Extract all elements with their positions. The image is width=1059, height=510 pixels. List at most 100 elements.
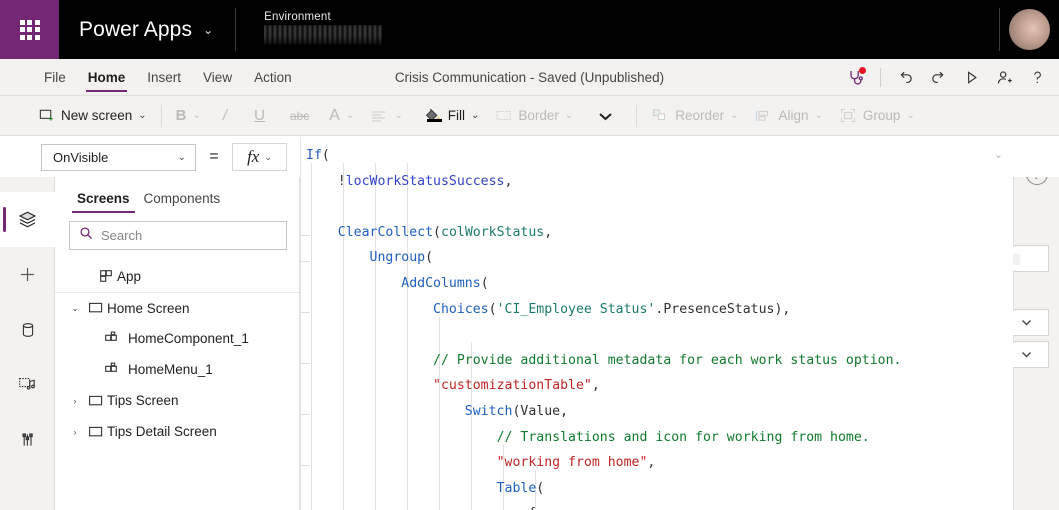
menu-item-home[interactable]: Home [77, 59, 137, 96]
chevron-down-icon[interactable]: ⌄ [264, 152, 272, 163]
menu-item-insert[interactable]: Insert [136, 59, 192, 96]
code-token: ( [425, 250, 433, 265]
group-label: Group [863, 108, 901, 123]
chevron-right-icon[interactable]: › [65, 427, 85, 437]
code-token: { [306, 506, 536, 510]
chevron-down-icon: ⌄ [346, 110, 354, 121]
advanced-tools-icon[interactable] [0, 412, 55, 467]
help-icon[interactable] [1022, 62, 1053, 93]
menu-item-file[interactable]: File [33, 59, 77, 96]
component-icon [100, 362, 122, 377]
code-line: If( [301, 143, 1013, 169]
waffle-grid-icon[interactable] [0, 0, 59, 59]
fill-button[interactable]: Fill ⌄ [415, 102, 488, 130]
share-icon[interactable] [989, 62, 1020, 93]
bold-label: B [176, 107, 187, 124]
fx-button[interactable]: fx ⌄ [232, 143, 287, 171]
chevron-down-icon[interactable]: ⌄ [138, 110, 146, 121]
tree-node-label: App [117, 269, 141, 284]
code-token [306, 481, 497, 496]
code-token: // Translations and icon for working fro… [497, 430, 870, 445]
tree-node-app[interactable]: App [55, 261, 299, 292]
avatar[interactable] [1000, 0, 1059, 59]
code-token: colWorkStatus [441, 225, 544, 240]
border-label: Border [518, 108, 559, 123]
tab-label: Components [144, 191, 221, 206]
environment-area[interactable]: Environment [236, 0, 999, 59]
chevron-down-icon[interactable]: ⌄ [65, 303, 85, 314]
italic-label: / [217, 107, 233, 124]
code-token [306, 404, 465, 419]
code-token [306, 302, 433, 317]
chevron-down-icon: ⌄ [815, 110, 823, 121]
menu-bar-actions [840, 59, 1053, 96]
search-box[interactable] [69, 221, 287, 250]
code-token: 'CI_Employee Status' [497, 302, 656, 317]
chevron-down-icon[interactable]: ⌄ [994, 148, 1003, 161]
undo-icon[interactable] [890, 62, 921, 93]
chevron-down-icon: ⌄ [730, 110, 738, 121]
notification-badge [859, 67, 866, 74]
chevron-right-icon[interactable]: › [65, 396, 85, 406]
tree-node-home-screen[interactable]: ⌄ Home Screen [55, 292, 299, 323]
redo-icon[interactable] [923, 62, 954, 93]
media-icon[interactable] [0, 357, 55, 412]
environment-name-redacted [264, 25, 382, 45]
font-color-label: A [329, 107, 340, 125]
divider [161, 105, 162, 127]
search-input[interactable] [101, 228, 277, 243]
brand-logo[interactable]: Power Apps ⌄ [59, 0, 235, 59]
chevron-down-icon[interactable]: ⌄ [178, 152, 186, 163]
code-token: Switch [465, 404, 513, 419]
code-line: Choices('CI_Employee Status'.PresenceSta… [301, 297, 1013, 323]
tab-screens[interactable]: Screens [72, 191, 135, 213]
tree-node-tips-detail-screen[interactable]: › Tips Detail Screen [55, 416, 299, 447]
chevron-down-icon[interactable]: ⌄ [203, 23, 213, 37]
tree-view-layers-icon[interactable] [0, 192, 55, 247]
tab-label: Screens [77, 191, 130, 206]
left-rail [0, 137, 55, 510]
screen-icon [85, 394, 107, 408]
tree-node-label: Home Screen [107, 301, 190, 316]
code-token [306, 378, 433, 393]
tree-node-homecomponent-1[interactable]: HomeComponent_1 [55, 323, 299, 354]
tree-node-homemenu-1[interactable]: HomeMenu_1 [55, 354, 299, 385]
strikethrough-button: abc [278, 102, 321, 130]
code-token: , [647, 455, 655, 470]
underline-button: U [241, 102, 278, 130]
data-sources-icon[interactable] [0, 302, 55, 357]
code-line: { [301, 501, 1013, 510]
tree-node-tips-screen[interactable]: › Tips Screen [55, 385, 299, 416]
play-preview-icon[interactable] [956, 62, 987, 93]
group-button: Group ⌄ [831, 102, 923, 130]
screen-icon [85, 425, 107, 439]
tab-components[interactable]: Components [139, 191, 226, 213]
menu-items: File Home Insert View Action [0, 59, 303, 96]
ribbon-expand-button[interactable] [581, 102, 630, 130]
menu-bar: Crisis Communication - Saved (Unpublishe… [0, 59, 1059, 96]
formula-editor[interactable]: ⌄ If( !locWorkStatusSuccess, ClearCollec… [300, 137, 1013, 510]
fill-label: Fill [448, 108, 465, 123]
formula-code[interactable]: If( !locWorkStatusSuccess, ClearCollect(… [301, 137, 1013, 510]
property-selector[interactable]: OnVisible ⌄ [41, 144, 196, 171]
chevron-down-icon[interactable]: ⌄ [471, 110, 479, 121]
right-properties-panel: ? [1013, 137, 1059, 510]
code-line: !locWorkStatusSuccess, [301, 169, 1013, 195]
align-button: Align ⌄ [746, 102, 830, 130]
menu-item-view[interactable]: View [192, 59, 243, 96]
power-apps-studio: Power Apps ⌄ Environment Crisis Communic… [0, 0, 1059, 510]
tree-node-label: Tips Screen [107, 393, 179, 408]
fx-label: fx [247, 147, 259, 167]
code-token [306, 225, 338, 240]
code-token: // Provide additional metadata for each … [433, 353, 901, 368]
app-checker-icon[interactable] [840, 62, 871, 93]
tree-view-tabs: Screens Components [55, 177, 299, 213]
new-screen-button[interactable]: New screen ⌄ [30, 102, 155, 130]
insert-plus-icon[interactable] [0, 247, 55, 302]
code-token: Choices [433, 302, 489, 317]
component-icon [100, 331, 122, 346]
menu-label: File [44, 70, 66, 85]
chevron-down-icon: ⌄ [193, 110, 201, 121]
code-line: // Provide additional metadata for each … [301, 348, 1013, 374]
menu-item-action[interactable]: Action [243, 59, 303, 96]
